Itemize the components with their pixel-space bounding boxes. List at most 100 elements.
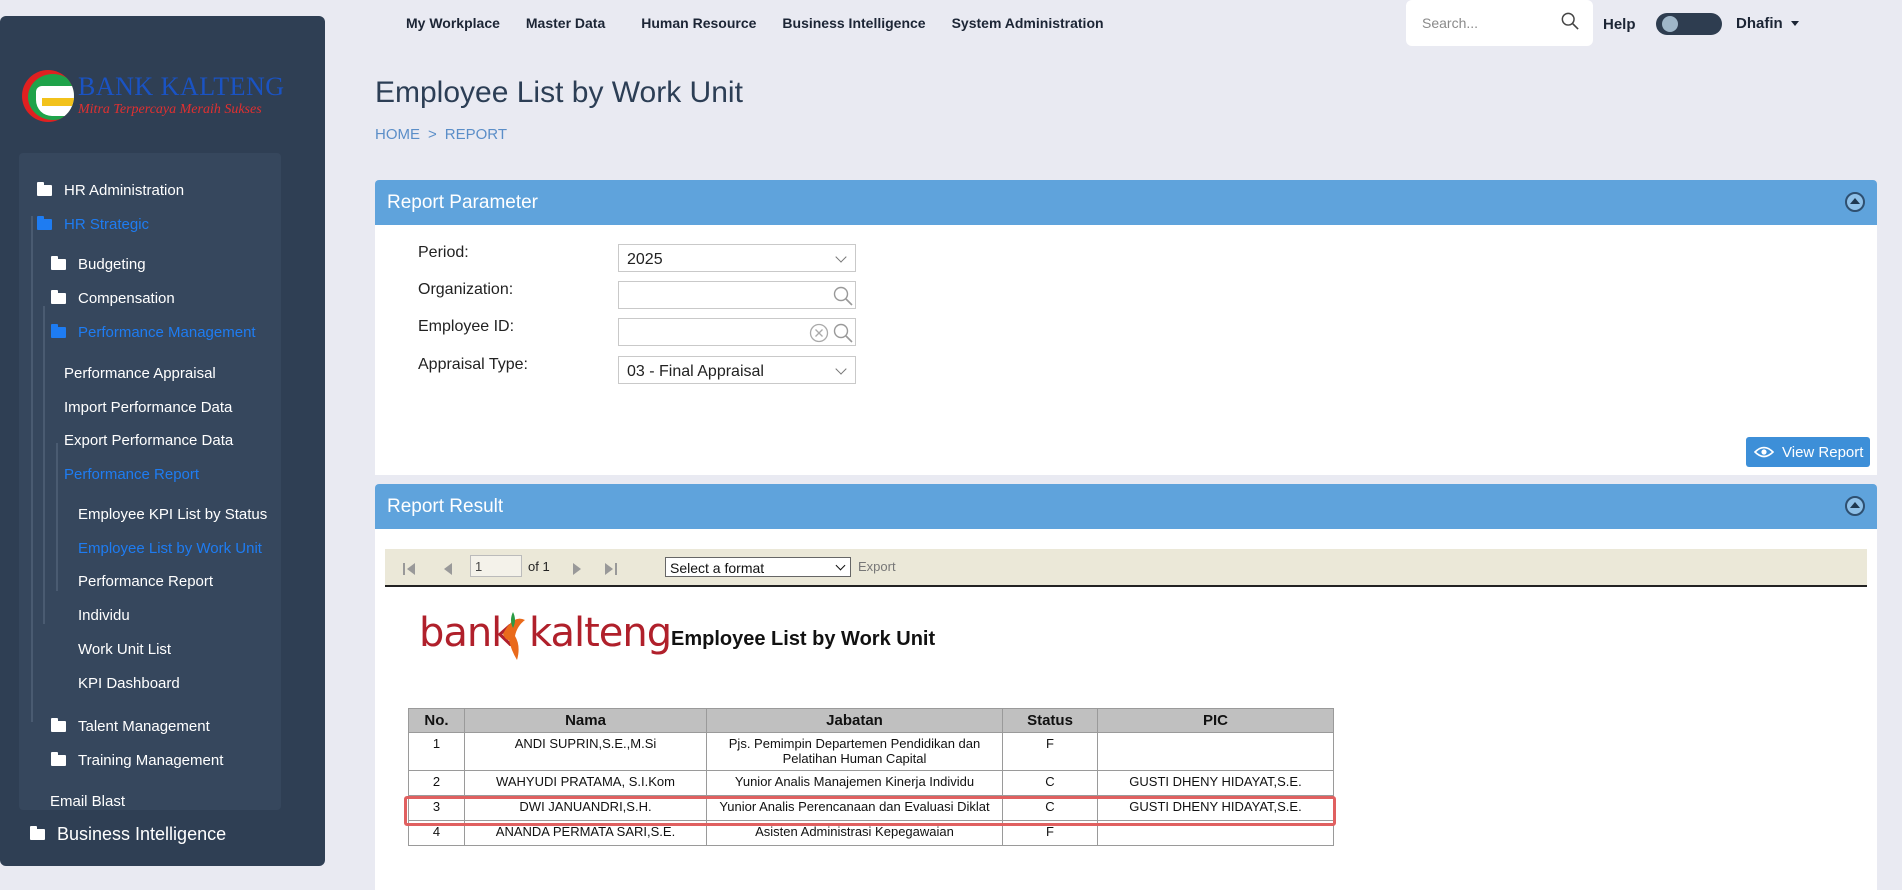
tree-line [43, 306, 45, 624]
sidebar-item-label: Import Performance Data [64, 399, 233, 416]
tree-line [56, 443, 58, 591]
folder-icon [30, 826, 45, 840]
help-link[interactable]: Help [1603, 16, 1636, 33]
sidebar-item-performance-management[interactable]: Performance Management [51, 324, 256, 341]
appraisal-type-value: 03 - Final Appraisal [627, 363, 764, 380]
employee-id-label: Employee ID: [418, 318, 515, 335]
tree-line [31, 216, 33, 722]
sidebar-item-label: Work Unit List [78, 641, 172, 658]
sidebar-item-employee-list-by-work-unit[interactable]: Employee List by Work Unit [78, 540, 262, 557]
nav-business-intelligence[interactable]: Business Intelligence [782, 15, 925, 31]
breadcrumb-report[interactable]: REPORT [445, 126, 507, 143]
nav-system-administration[interactable]: System Administration [952, 15, 1104, 31]
employee-id-field[interactable] [618, 318, 856, 346]
chevron-down-icon [835, 363, 847, 375]
nav-my-workplace[interactable]: My Workplace [406, 15, 500, 31]
avatar[interactable] [1656, 13, 1722, 35]
export-format-value: Select a format [670, 560, 765, 576]
view-report-button[interactable]: View Report [1746, 437, 1870, 467]
sidebar-item-talent-management[interactable]: Talent Management [51, 718, 210, 735]
report-parameter-header[interactable]: Report Parameter [375, 180, 1877, 225]
report-viewer-toolbar: 1 of 1 Select a format Export [385, 549, 1867, 587]
page-number-input[interactable]: 1 [470, 555, 522, 577]
table-row: 2 WAHYUDI PRATAMA, S.I.Kom Yunior Analis… [408, 770, 1334, 796]
organization-field[interactable] [618, 281, 856, 309]
sidebar-item-employee-kpi-list-by-status[interactable]: Employee KPI List by Status [78, 506, 267, 523]
appraisal-type-select[interactable]: 03 - Final Appraisal [618, 356, 856, 384]
bank-kalteng-logo[interactable]: BANK KALTENG Mitra Terpercaya Meraih Suk… [22, 54, 284, 124]
export-link[interactable]: Export [858, 559, 896, 574]
sidebar-item-business-intelligence[interactable]: Business Intelligence [30, 824, 226, 845]
sidebar-item-work-unit-list[interactable]: Work Unit List [78, 641, 171, 658]
report-title: Employee List by Work Unit [671, 628, 936, 650]
cell-nama: WAHYUDI PRATAMA, S.I.Kom [464, 770, 707, 796]
nav-human-resource[interactable]: Human Resource [641, 15, 756, 31]
sidebar-item-kpi-dashboard[interactable]: KPI Dashboard [78, 675, 180, 692]
folder-icon [51, 256, 66, 270]
page-title: Employee List by Work Unit [375, 76, 743, 109]
column-header-nama: Nama [464, 708, 707, 733]
period-select[interactable]: 2025 [618, 244, 856, 272]
cell-pic [1097, 732, 1334, 771]
sidebar-item-individu[interactable]: Individu [78, 607, 130, 624]
cell-jabatan: Pjs. Pemimpin Departemen Pendidikan dan … [706, 732, 1003, 771]
report-bank-logo: bank kalteng [419, 610, 672, 670]
sidebar-item-email-blast[interactable]: Email Blast [50, 793, 125, 810]
next-page-icon[interactable] [570, 562, 584, 576]
report-logo-text-right: kalteng [529, 610, 672, 656]
sidebar-item-hr-administration[interactable]: HR Administration [37, 182, 184, 199]
search-icon[interactable] [833, 323, 853, 343]
nav-master-data[interactable]: Master Data [526, 15, 605, 31]
first-page-icon[interactable] [402, 562, 416, 576]
row-highlight-annotation [404, 796, 1336, 826]
cell-no: 2 [408, 770, 465, 796]
search-box[interactable]: Search... [1406, 0, 1593, 46]
sidebar-item-label: Performance Appraisal [64, 365, 216, 382]
column-header-no: No. [408, 708, 465, 733]
column-header-jabatan: Jabatan [706, 708, 1003, 733]
bird-logo-icon [503, 612, 525, 660]
sidebar-item-label: HR Administration [64, 182, 185, 199]
search-icon[interactable] [833, 286, 853, 306]
cell-status: C [1002, 770, 1098, 796]
logo-mark-icon [22, 70, 74, 122]
sidebar-item-budgeting[interactable]: Budgeting [51, 256, 146, 273]
page-count: of 1 [528, 559, 550, 574]
sidebar-item-performance-appraisal[interactable]: Performance Appraisal [64, 365, 216, 382]
folder-icon [51, 718, 66, 732]
table-row: 1 ANDI SUPRIN,S.E.,M.Si Pjs. Pemimpin De… [408, 732, 1334, 771]
sidebar-item-import-performance-data[interactable]: Import Performance Data [64, 399, 232, 416]
logo-brand-text: BANK KALTENG [78, 72, 285, 101]
breadcrumb-home[interactable]: HOME [375, 126, 420, 143]
sidebar-item-performance-report-group[interactable]: Performance Report [64, 466, 199, 483]
report-result-header[interactable]: Report Result [375, 484, 1877, 529]
organization-label: Organization: [418, 281, 514, 298]
clear-icon[interactable] [809, 323, 829, 343]
sidebar-item-training-management[interactable]: Training Management [51, 752, 223, 769]
last-page-icon[interactable] [604, 562, 618, 576]
search-input[interactable]: Search... [1422, 15, 1478, 31]
previous-page-icon[interactable] [441, 562, 455, 576]
search-icon[interactable] [1561, 12, 1579, 30]
sidebar-item-export-performance-data[interactable]: Export Performance Data [64, 432, 233, 449]
sidebar-item-hr-strategic[interactable]: HR Strategic [37, 216, 149, 233]
collapse-icon[interactable] [1845, 192, 1865, 212]
panel-title: Report Parameter [387, 192, 539, 213]
chevron-down-icon [835, 251, 847, 263]
export-format-select[interactable]: Select a format [665, 557, 851, 577]
sidebar-item-label: HR Strategic [64, 216, 150, 233]
eye-icon [1754, 446, 1774, 458]
sidebar: BANK KALTENG Mitra Terpercaya Meraih Suk… [0, 16, 325, 866]
chevron-down-icon [835, 560, 846, 571]
sidebar-item-compensation[interactable]: Compensation [51, 290, 175, 307]
cell-jabatan: Yunior Analis Manajemen Kinerja Individu [706, 770, 1003, 796]
sidebar-item-label: Individu [78, 607, 130, 624]
caret-down-icon [1790, 21, 1799, 26]
sidebar-item-performance-report[interactable]: Performance Report [78, 573, 213, 590]
user-menu[interactable]: Dhafin [1736, 15, 1799, 32]
collapse-icon[interactable] [1845, 496, 1865, 516]
folder-icon [51, 752, 66, 766]
table-header-row: No. Nama Jabatan Status PIC [408, 708, 1334, 733]
sidebar-item-label: Compensation [78, 290, 175, 307]
column-header-pic: PIC [1097, 708, 1334, 733]
